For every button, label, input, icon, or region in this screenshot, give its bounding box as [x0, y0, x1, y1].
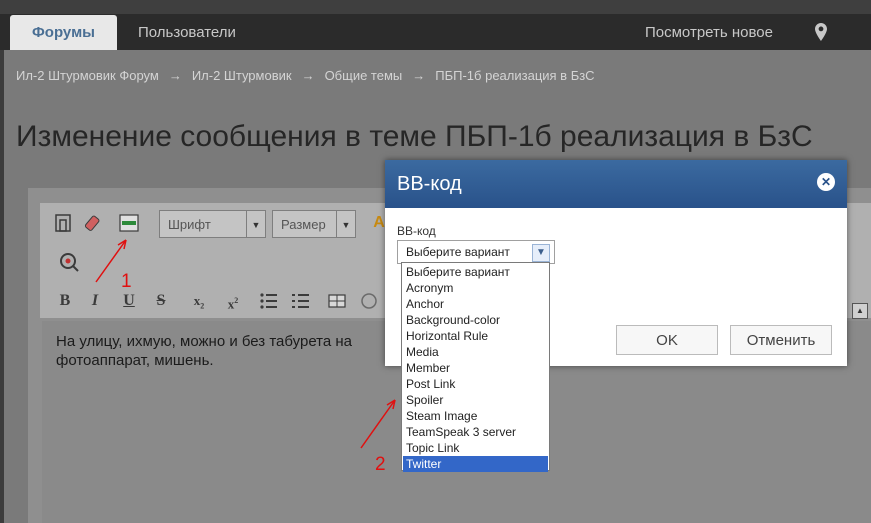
superscript-icon[interactable]: x2	[222, 290, 244, 312]
dropdown-option-selected[interactable]: Twitter	[403, 456, 548, 472]
bbcode-field-label: BB-код	[397, 224, 436, 238]
breadcrumb-arrow-icon: →	[301, 68, 315, 83]
insert-smiley-icon[interactable]	[358, 290, 380, 312]
font-select[interactable]: Шрифт ▼	[159, 210, 266, 238]
dropdown-option[interactable]: Spoiler	[406, 392, 548, 408]
strikethrough-icon[interactable]: S	[150, 290, 172, 312]
breadcrumb-item[interactable]: Общие темы	[325, 68, 403, 83]
bbcode-dropdown-list: Выберите вариант Acronym Anchor Backgrou…	[401, 262, 550, 472]
dropdown-option[interactable]: Member	[406, 360, 548, 376]
chevron-down-icon: ▼	[336, 211, 355, 237]
dropdown-option[interactable]: Post Link	[406, 376, 548, 392]
location-pin-icon[interactable]	[815, 23, 827, 41]
breadcrumb-item[interactable]: Ил-2 Штурмовик	[192, 68, 292, 83]
dropdown-option[interactable]: Topic Link	[406, 440, 548, 456]
top-strip	[0, 0, 871, 14]
close-icon[interactable]: ✕	[817, 173, 835, 191]
annotation-arrow-2	[360, 399, 396, 449]
dropdown-option[interactable]: Media	[406, 344, 548, 360]
bbcode-select[interactable]: Выберите вариант ▼	[397, 240, 555, 264]
italic-icon[interactable]: I	[84, 290, 106, 312]
tab-forums[interactable]: Форумы	[10, 15, 117, 50]
bbcode-select-value: Выберите вариант	[406, 245, 510, 259]
numbered-list-icon[interactable]	[290, 290, 312, 312]
bbcode-insert-icon[interactable]	[118, 212, 140, 234]
cancel-button[interactable]: Отменить	[730, 325, 832, 355]
ok-button[interactable]: OK	[616, 325, 718, 355]
size-select-value: Размер	[281, 217, 326, 232]
breadcrumb-arrow-icon: →	[412, 68, 426, 83]
font-select-value: Шрифт	[168, 217, 211, 232]
bullet-list-icon[interactable]	[258, 290, 280, 312]
breadcrumb-item[interactable]: ПБП-1б реализация в БзС	[435, 68, 594, 83]
view-new-link[interactable]: Посмотреть новое	[645, 15, 773, 50]
dropdown-option[interactable]: Выберите вариант	[406, 264, 548, 280]
underline-icon[interactable]: U	[118, 290, 140, 312]
breadcrumb-item[interactable]: Ил-2 Штурмовик Форум	[16, 68, 159, 83]
annotation-label-2: 2	[375, 454, 386, 475]
insert-table-icon[interactable]	[326, 290, 348, 312]
page-title: Изменение сообщения в теме ПБП-1б реализ…	[16, 120, 813, 153]
chevron-down-icon: ▼	[246, 211, 265, 237]
eraser-icon[interactable]	[84, 212, 106, 234]
dropdown-option[interactable]: Anchor	[406, 296, 548, 312]
breadcrumb-arrow-icon: →	[168, 68, 182, 83]
annotation-arrow-1	[95, 239, 127, 283]
dropdown-option[interactable]: Acronym	[406, 280, 548, 296]
dropdown-option[interactable]: Steam Image	[406, 408, 548, 424]
tab-users[interactable]: Пользователи	[138, 15, 236, 50]
dropdown-option[interactable]: TeamSpeak 3 server	[406, 424, 548, 440]
dropdown-option[interactable]: Horizontal Rule	[406, 328, 548, 344]
dialog-title: BB-код	[397, 173, 462, 195]
chevron-down-icon: ▼	[532, 244, 550, 262]
toolbar-collapse-button[interactable]: ▲	[852, 303, 868, 319]
size-select[interactable]: Размер ▼	[272, 210, 356, 238]
subscript-icon[interactable]: x2	[188, 290, 210, 312]
source-mode-icon[interactable]	[52, 212, 74, 234]
spellcheck-icon[interactable]	[58, 251, 80, 273]
annotation-label-1: 1	[121, 271, 132, 292]
editor-content-text: На улицу, ихмую, можно и без табурета на…	[56, 333, 353, 369]
breadcrumb: Ил-2 Штурмовик Форум → Ил-2 Штурмовик → Общи…	[16, 68, 595, 83]
bold-icon[interactable]: B	[54, 290, 76, 312]
dropdown-option[interactable]: Background-color	[406, 312, 548, 328]
